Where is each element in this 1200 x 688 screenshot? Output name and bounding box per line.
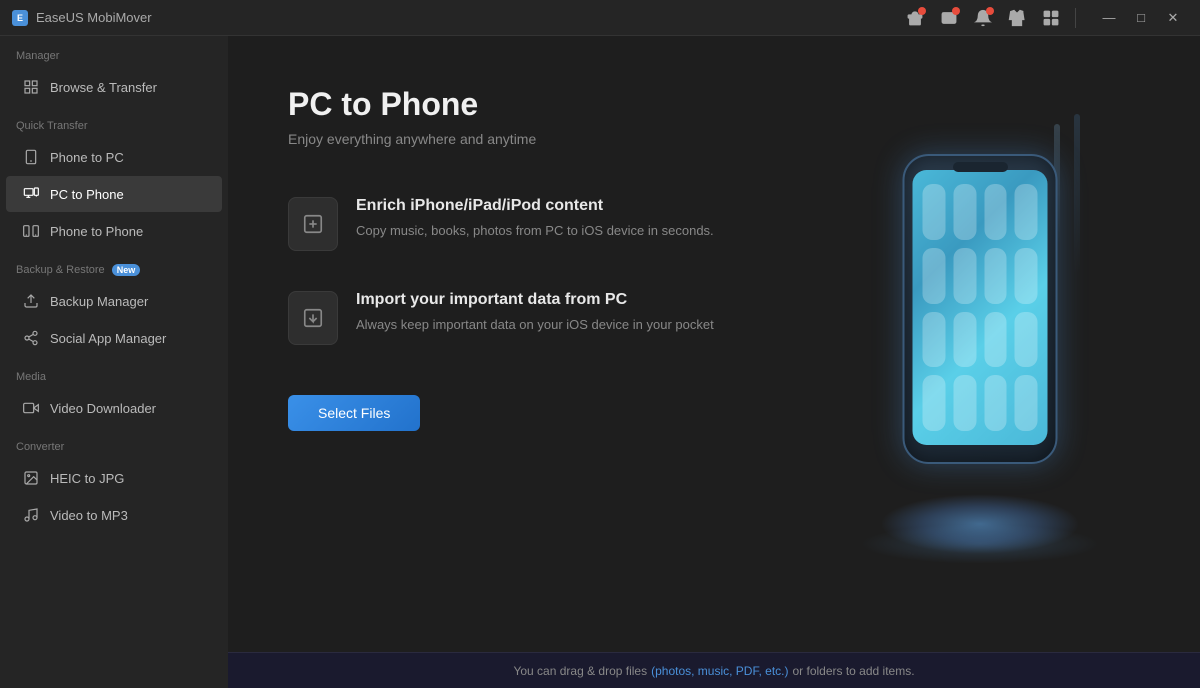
status-bar: You can drag & drop files (photos, music… (228, 652, 1200, 688)
page-title: PC to Phone (288, 86, 780, 123)
sidebar-item-phone-to-phone[interactable]: Phone to Phone (6, 213, 222, 249)
sidebar-item-label: Browse & Transfer (50, 80, 157, 95)
sidebar-item-label: HEIC to JPG (50, 471, 124, 486)
app-title: EaseUS MobiMover (36, 10, 152, 25)
sidebar-item-phone-to-pc[interactable]: Phone to PC (6, 139, 222, 175)
social-icon (22, 329, 40, 347)
phone-illustration (850, 134, 1110, 574)
sidebar-item-backup-manager[interactable]: Backup Manager (6, 283, 222, 319)
feature-title-import: Import your important data from PC (356, 291, 714, 309)
sidebar-item-browse-transfer[interactable]: Browse & Transfer (6, 69, 222, 105)
phone-notch (953, 162, 1008, 172)
pc-phone-icon (22, 185, 40, 203)
sidebar-section-manager: Manager (0, 36, 228, 68)
sidebar-item-label: Social App Manager (50, 331, 166, 346)
feature-text-enrich: Enrich iPhone/iPad/iPod content Copy mus… (356, 197, 714, 241)
app-icon (1015, 375, 1038, 431)
feature-card-import: Import your important data from PC Alway… (288, 291, 780, 345)
app-icon (1015, 248, 1038, 304)
sidebar-item-video-downloader[interactable]: Video Downloader (6, 390, 222, 426)
phone-screen (913, 170, 1048, 445)
dropdown-icon[interactable] (1037, 4, 1065, 32)
sidebar-section-quick-transfer: Quick Transfer (0, 106, 228, 138)
app-icon (984, 375, 1007, 431)
app-icon (953, 375, 976, 431)
backup-icon (22, 292, 40, 310)
app-icon (984, 184, 1007, 240)
sidebar-section-media: Media (0, 357, 228, 389)
grid-icon (22, 78, 40, 96)
app-icon (984, 312, 1007, 368)
app-icon (984, 248, 1007, 304)
minimize-button[interactable]: — (1094, 6, 1124, 30)
import-box-icon (288, 291, 338, 345)
phone-body (903, 154, 1058, 464)
app-icon (953, 312, 976, 368)
sidebar-section-backup: Backup & Restore New (0, 250, 228, 282)
window-controls: — □ ✕ (1094, 6, 1188, 30)
app-icon (953, 184, 976, 240)
title-bar-left: E EaseUS MobiMover (12, 10, 152, 26)
sidebar: Manager Browse & Transfer Quick Transfer… (0, 36, 228, 688)
app-icon (1015, 184, 1038, 240)
video-icon (22, 399, 40, 417)
sidebar-item-label: Video to MP3 (50, 508, 128, 523)
title-bar: E EaseUS MobiMover (0, 0, 1200, 36)
select-files-button[interactable]: Select Files (288, 395, 420, 431)
new-badge: New (112, 264, 141, 276)
phone-glow-2 (860, 524, 1100, 564)
sidebar-item-label: Phone to PC (50, 150, 124, 165)
feature-desc-enrich: Copy music, books, photos from PC to iOS… (356, 221, 714, 241)
feature-text-import: Import your important data from PC Alway… (356, 291, 714, 335)
page-subtitle: Enjoy everything anywhere and anytime (288, 131, 780, 147)
sidebar-item-label: Video Downloader (50, 401, 156, 416)
sidebar-item-heic-to-jpg[interactable]: HEIC to JPG (6, 460, 222, 496)
bell-icon[interactable] (969, 4, 997, 32)
light-beam-1 (1074, 114, 1080, 274)
content-left: PC to Phone Enjoy everything anywhere an… (288, 86, 780, 622)
separator (1075, 8, 1076, 28)
email-icon[interactable] (935, 4, 963, 32)
app-icon (923, 184, 946, 240)
app-icon (923, 248, 946, 304)
status-text-after: or folders to add items. (792, 664, 914, 678)
close-button[interactable]: ✕ (1158, 6, 1188, 30)
shirt-icon[interactable] (1003, 4, 1031, 32)
sidebar-item-social-app-manager[interactable]: Social App Manager (6, 320, 222, 356)
sidebar-section-converter: Converter (0, 427, 228, 459)
status-text-before: You can drag & drop files (513, 664, 647, 678)
sidebar-item-pc-to-phone[interactable]: PC to Phone (6, 176, 222, 212)
content-body: PC to Phone Enjoy everything anywhere an… (228, 36, 1200, 652)
feature-desc-import: Always keep important data on your iOS d… (356, 315, 714, 335)
app-icon (923, 312, 946, 368)
main-layout: Manager Browse & Transfer Quick Transfer… (0, 36, 1200, 688)
sidebar-item-label: Backup Manager (50, 294, 148, 309)
status-bar-link[interactable]: (photos, music, PDF, etc.) (651, 664, 788, 678)
mp3-icon (22, 506, 40, 524)
app-icon (923, 375, 946, 431)
title-bar-right: — □ ✕ (901, 4, 1188, 32)
gift-icon[interactable] (901, 4, 929, 32)
phone-illustration-area (820, 86, 1140, 622)
sidebar-item-label: PC to Phone (50, 187, 124, 202)
phone-phone-icon (22, 222, 40, 240)
content-area: PC to Phone Enjoy everything anywhere an… (228, 36, 1200, 688)
app-logo: E (12, 10, 28, 26)
sidebar-item-label: Phone to Phone (50, 224, 143, 239)
phone-icon (22, 148, 40, 166)
plus-box-icon (288, 197, 338, 251)
app-icon (1015, 312, 1038, 368)
maximize-button[interactable]: □ (1126, 6, 1156, 30)
app-icon (953, 248, 976, 304)
feature-card-enrich: Enrich iPhone/iPad/iPod content Copy mus… (288, 197, 780, 251)
heic-icon (22, 469, 40, 487)
feature-title-enrich: Enrich iPhone/iPad/iPod content (356, 197, 714, 215)
sidebar-item-video-to-mp3[interactable]: Video to MP3 (6, 497, 222, 533)
